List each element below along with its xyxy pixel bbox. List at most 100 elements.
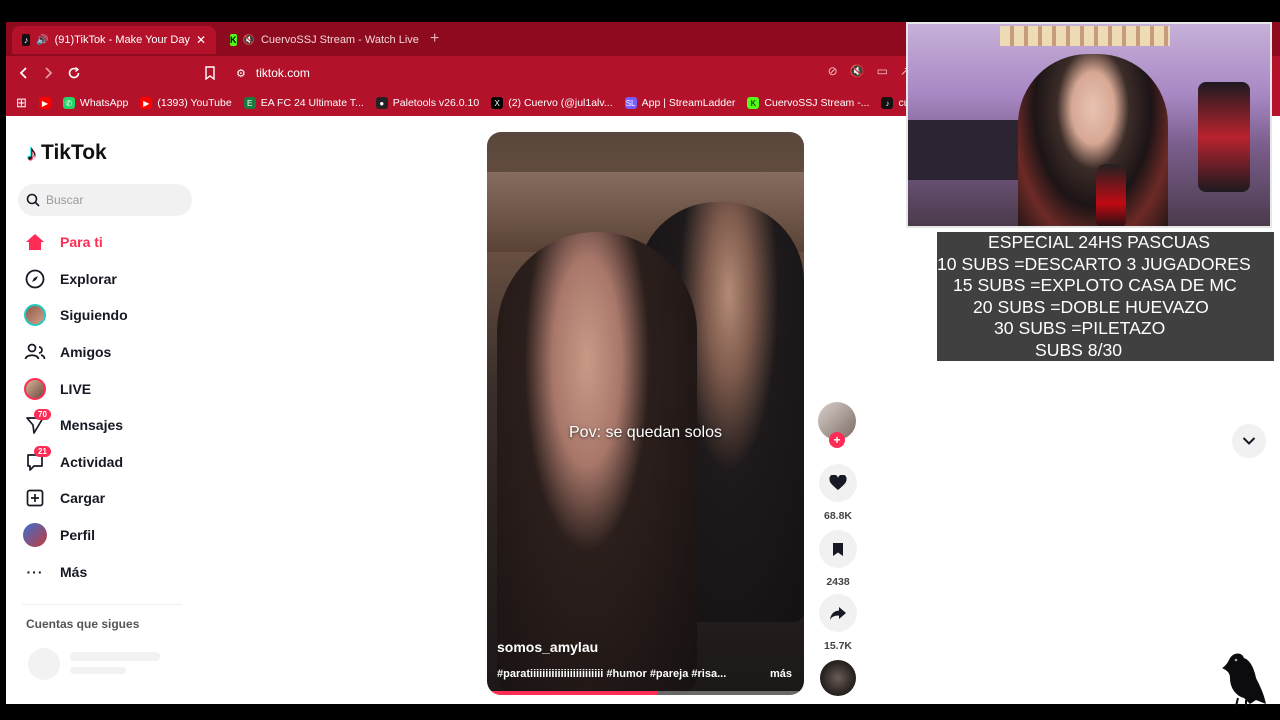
address-bar[interactable]: ⚙ tiktok.com xyxy=(236,62,310,84)
share-arrow-icon[interactable] xyxy=(819,594,857,632)
x-icon: X xyxy=(491,97,504,109)
tab-tiktok[interactable]: ♪ 🔊 (91)TikTok - Make Your Day ✕ xyxy=(12,26,216,54)
upload-icon xyxy=(22,485,48,511)
sidebar-item-explorar[interactable]: Explorar xyxy=(22,261,202,298)
more-link[interactable]: más xyxy=(770,668,792,680)
sidebar-item-amigos[interactable]: Amigos xyxy=(22,334,202,371)
sidebar-item-label: Más xyxy=(60,563,88,580)
next-video-button[interactable] xyxy=(1232,424,1266,458)
mute-icon[interactable]: 🔇 xyxy=(850,64,865,78)
forward-icon xyxy=(45,67,53,79)
back-button[interactable] xyxy=(14,63,34,83)
kick-icon: K xyxy=(747,97,760,109)
bookmark-item[interactable]: X (2) Cuervo (@jul1alv... xyxy=(491,97,613,109)
webcam-scene-lights xyxy=(1000,26,1170,46)
search-input[interactable] xyxy=(46,193,176,207)
webcam-scene-gaming-chair xyxy=(1198,82,1250,192)
tiktok-icon: ♪ xyxy=(22,34,31,46)
video-player[interactable]: Pov: se quedan solos somos_amylau #parat… xyxy=(487,132,804,695)
forward-button[interactable] xyxy=(38,63,58,83)
sub-goal-line: 20 SUBS =DOBLE HUEVAZO xyxy=(973,296,1209,317)
kick-icon: K xyxy=(230,34,237,46)
stream-frame: ♪ 🔊 (91)TikTok - Make Your Day ✕ K 🔇 Cue… xyxy=(0,0,1280,720)
follow-plus-button[interactable]: + xyxy=(829,432,845,448)
sidebar-item-actividad[interactable]: 21 Actividad xyxy=(22,444,202,481)
crow-logo-icon xyxy=(1222,653,1266,707)
bookmark-item[interactable]: K CuervoSSJ Stream -... xyxy=(747,97,869,109)
bookmark-icon[interactable] xyxy=(819,530,857,568)
video-hashtags[interactable]: #paratiiiiiiiiiiiiiiiiiiiiiiii #humor #p… xyxy=(497,668,759,680)
url-text: tiktok.com xyxy=(255,66,310,80)
friends-icon xyxy=(22,339,48,365)
sidebar-item-label: Amigos xyxy=(60,344,112,361)
bookmark-item[interactable]: ✆ WhatsApp xyxy=(62,97,128,109)
share-count: 15.7K xyxy=(823,640,853,652)
faded-timer-overlay xyxy=(1052,366,1278,426)
music-disc-icon[interactable] xyxy=(820,660,856,696)
share-action[interactable]: 15.7K xyxy=(818,594,858,652)
site-settings-icon[interactable]: ⚙ xyxy=(236,67,246,80)
like-action[interactable]: 68.8K xyxy=(818,464,858,522)
save-count: 2438 xyxy=(826,576,850,588)
streamer-webcam xyxy=(906,22,1272,228)
video-description: #paratiiiiiiiiiiiiiiiiiiiiiiii #humor #p… xyxy=(497,668,792,680)
video-overlay-caption: Pov: se quedan solos xyxy=(569,424,722,441)
speaker-icon: 🔊 xyxy=(36,34,49,46)
webcam-microphone xyxy=(1096,164,1126,226)
sidebar-item-label: Explorar xyxy=(60,270,117,287)
sidebar-item-label: Para ti xyxy=(60,234,103,251)
webcam-streamer xyxy=(1018,54,1168,226)
loading-text-placeholder xyxy=(70,652,160,661)
sidebar-item-cargar[interactable]: Cargar xyxy=(22,480,202,517)
compass-icon xyxy=(22,266,48,292)
loading-text-placeholder xyxy=(70,667,126,674)
youtube-icon: ▶ xyxy=(140,97,153,109)
search-icon xyxy=(26,193,40,207)
sidebar-item-mensajes[interactable]: 70 Mensajes xyxy=(22,407,202,444)
messages-badge: 70 xyxy=(34,409,51,421)
sidebar-nav: Para ti Explorar Siguiendo Amigos LIVE 7… xyxy=(22,224,202,590)
reload-button[interactable] xyxy=(64,63,84,83)
sidebar-item-siguiendo[interactable]: Siguiendo xyxy=(22,297,202,334)
muted-icon: 🔇 xyxy=(242,34,255,46)
sidebar-item-label: Siguiendo xyxy=(60,307,128,324)
close-icon[interactable]: ✕ xyxy=(196,33,206,47)
sidebar-item-live[interactable]: LIVE xyxy=(22,370,202,407)
profile-avatar-icon xyxy=(22,522,48,548)
tab-kick-stream[interactable]: K 🔇 CuervoSSJ Stream - Watch Live o xyxy=(220,26,420,54)
tiktok-note-icon: ♪ xyxy=(26,140,37,165)
bookmark-button[interactable] xyxy=(200,63,220,83)
following-avatar-icon xyxy=(22,302,48,328)
messages-icon: 70 xyxy=(22,409,51,438)
bookmark-item[interactable]: E EA FC 24 Ultimate T... xyxy=(243,97,364,109)
sidebar-item-label: Actividad xyxy=(60,453,124,470)
sidebar-divider xyxy=(22,604,182,605)
video-progress-bar[interactable] xyxy=(487,691,804,695)
sub-goal-line: SUBS 8/30 xyxy=(1035,339,1123,360)
video-author-username[interactable]: somos_amylau xyxy=(497,639,598,655)
tiktok-logo[interactable]: ♪ TikTok xyxy=(26,140,107,166)
heart-icon[interactable] xyxy=(819,464,857,502)
save-action[interactable]: 2438 xyxy=(818,530,858,588)
reload-icon xyxy=(68,66,80,79)
apps-grid-icon[interactable]: ⊞ xyxy=(16,95,27,111)
video-scene-person xyxy=(497,232,697,695)
sidebar-item-mas[interactable]: ··· Más xyxy=(22,553,202,590)
sidebar-item-para-ti[interactable]: Para ti xyxy=(22,224,202,261)
sidebar-item-label: Cargar xyxy=(60,490,106,507)
bookmark-item[interactable]: ● Paletools v26.0.10 xyxy=(375,97,479,109)
no-tracking-icon[interactable]: ⊘ xyxy=(828,64,838,78)
video-progress-fill xyxy=(487,691,659,695)
new-tab-button[interactable]: + xyxy=(430,30,439,48)
search-box[interactable] xyxy=(18,184,192,216)
following-accounts-title: Cuentas que sigues xyxy=(26,617,140,631)
loading-avatar-placeholder xyxy=(28,648,60,680)
activity-icon: 21 xyxy=(22,445,51,475)
bookmark-item[interactable]: SL App | StreamLadder xyxy=(624,97,735,109)
home-icon xyxy=(22,229,48,255)
cast-icon[interactable]: ▭ xyxy=(877,64,888,78)
youtube-icon[interactable]: ▶ xyxy=(38,97,51,109)
ea-icon: E xyxy=(243,97,256,109)
sidebar-item-perfil[interactable]: Perfil xyxy=(22,517,202,554)
bookmark-item[interactable]: ▶ (1393) YouTube xyxy=(140,97,232,109)
